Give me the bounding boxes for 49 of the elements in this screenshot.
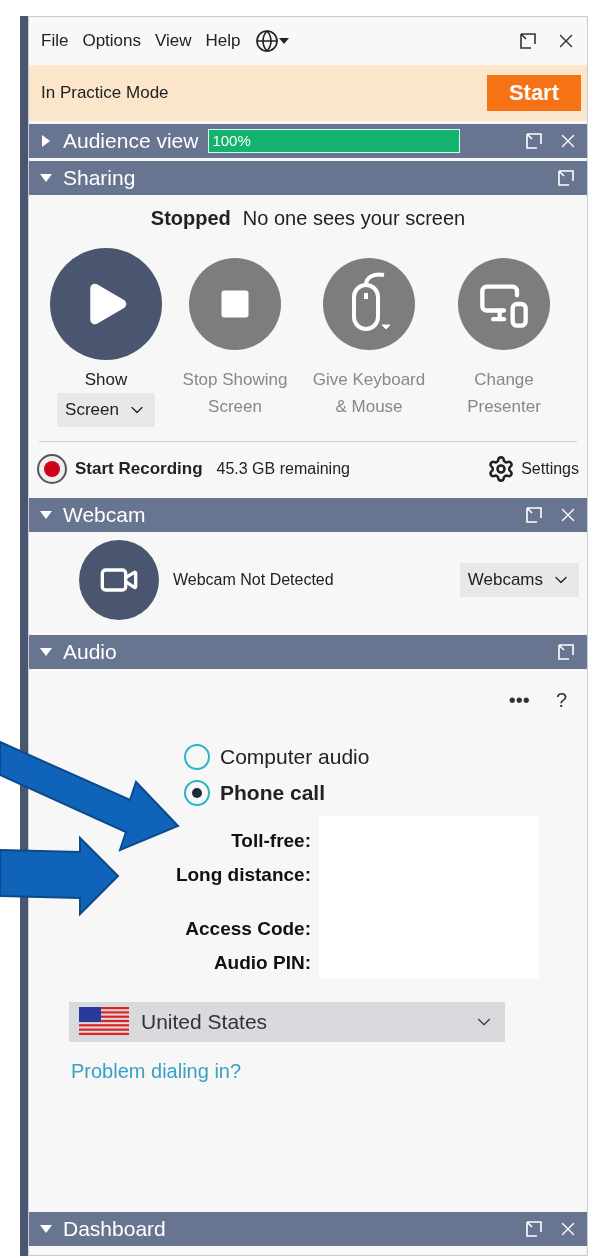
restore-icon (525, 132, 543, 150)
action-label: Change Presenter (466, 369, 542, 418)
screen-dropdown[interactable]: Screen (57, 393, 155, 427)
meter-reading: 100% (211, 132, 251, 149)
section-header[interactable]: Dashboard (29, 1212, 587, 1246)
section-title: Dashboard (63, 1217, 166, 1241)
sharing-message: No one sees your screen (242, 207, 466, 230)
restore-icon (525, 1220, 543, 1238)
field-label: Long distance: (175, 863, 311, 887)
action-label: Give Keyboard & Mouse (311, 369, 427, 418)
section-header[interactable]: Audio (29, 635, 587, 669)
menu-item[interactable]: Options (82, 31, 141, 51)
section-title: Sharing (63, 166, 136, 190)
restore-icon (519, 32, 537, 50)
restore-icon (525, 506, 543, 524)
section-title: Audio (63, 640, 117, 664)
section-header[interactable]: Audience view 100% (29, 124, 587, 158)
radio-button[interactable] (184, 744, 210, 770)
settings-button[interactable]: Settings (487, 455, 579, 483)
flag-icon (79, 1007, 129, 1037)
sharing-status: Stopped (150, 207, 231, 230)
practice-mode-label: In Practice Mode (41, 83, 169, 103)
field-label: Toll-free: (231, 829, 311, 853)
more-options-button[interactable]: ••• (508, 689, 530, 712)
radio-button[interactable] (184, 780, 210, 806)
record-button[interactable] (37, 454, 67, 484)
restore-icon (557, 643, 575, 661)
storage-remaining: 45.3 GB remaining (216, 460, 350, 478)
field-label: Audio PIN: (213, 951, 311, 975)
start-recording-label: Start Recording (75, 459, 203, 479)
action-label: Show (83, 369, 129, 391)
menu-item[interactable]: View (155, 31, 192, 51)
action-label: Stop Showing Screen (181, 369, 289, 418)
radio-label: Phone call (220, 781, 326, 805)
menu-item[interactable]: File (41, 31, 69, 51)
field-label: Access Code: (185, 917, 311, 941)
section-header[interactable]: Sharing (29, 161, 587, 195)
menu-item[interactable]: Help (205, 31, 241, 51)
globe-icon (254, 29, 279, 53)
help-button[interactable]: ? (555, 689, 567, 712)
webcam-status: Webcam Not Detected (173, 571, 334, 589)
section-title: Webcam (63, 503, 146, 527)
section-title: Audience view (63, 129, 199, 153)
webcams-dropdown[interactable]: Webcams (459, 563, 579, 597)
restore-icon (557, 169, 575, 187)
section-header[interactable]: Webcam (29, 498, 587, 532)
country-dropdown[interactable]: United States (69, 1002, 505, 1042)
radio-label: Computer audio (220, 745, 370, 769)
settings-icon (487, 455, 516, 483)
